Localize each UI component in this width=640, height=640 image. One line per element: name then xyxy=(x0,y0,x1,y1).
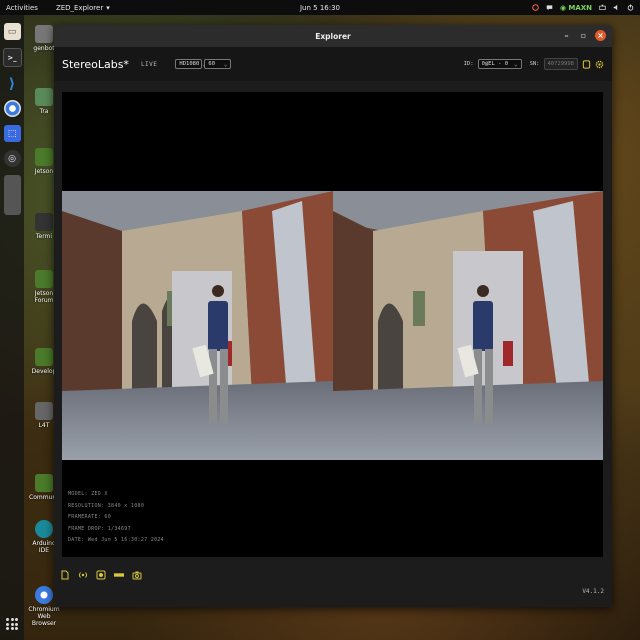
desktop-icon-label: genbot xyxy=(33,45,55,52)
camera-id-value: 0@EL - 0 xyxy=(481,61,509,67)
chevron-down-icon: ⌄ xyxy=(223,60,228,68)
window-titlebar[interactable]: Explorer – ▫ × xyxy=(54,25,612,47)
volume-icon[interactable] xyxy=(613,4,620,11)
chat-icon[interactable] xyxy=(546,4,553,11)
document-icon xyxy=(35,402,53,420)
app-menu[interactable]: ZED_Explorer ▾ xyxy=(56,4,110,12)
chromium-app-icon[interactable] xyxy=(3,100,21,117)
serial-number-field: 40729998 xyxy=(543,58,578,70)
record-icon[interactable] xyxy=(96,570,106,580)
system-tray: ◉ MAXN xyxy=(532,0,634,15)
recording-icon[interactable] xyxy=(532,4,539,11)
format-icon[interactable] xyxy=(114,570,124,580)
file-icon[interactable] xyxy=(60,570,70,580)
nvidia-icon xyxy=(35,270,53,288)
resolution-value: HD1080 xyxy=(179,61,200,67)
desktop-icon-label: L4T xyxy=(38,422,50,429)
activities-button[interactable]: Activities xyxy=(6,4,38,12)
info-framerate: FRAMERATE: 60 xyxy=(68,514,112,521)
resolution-select[interactable]: HD1080⌄ xyxy=(175,59,206,69)
minimize-icon[interactable]: – xyxy=(561,30,572,41)
show-apps-icon[interactable] xyxy=(6,618,18,630)
camera-icon[interactable] xyxy=(132,570,142,580)
info-resolution: RESOLUTION: 3840 x 1080 xyxy=(68,502,145,509)
camera-id-select[interactable]: 0@EL - 0 ⌄ xyxy=(477,59,522,69)
obs-app-icon[interactable]: ◎ xyxy=(3,150,21,167)
camera-info-overlay: MODEL: ZED X RESOLUTION: 3840 x 1080 FRA… xyxy=(68,489,164,547)
info-frame-drop: FRAME DROP: 1/34697 xyxy=(68,525,131,532)
version-label: V4.1.2 xyxy=(582,588,604,595)
refresh-icon[interactable] xyxy=(582,59,591,69)
app-menu-label: ZED_Explorer xyxy=(55,3,104,12)
nvidia-icon: ◉ xyxy=(560,3,567,12)
nvidia-icon xyxy=(35,348,53,366)
live-indicator: LIVE xyxy=(140,60,158,68)
files-app-icon[interactable]: ▭ xyxy=(3,23,21,40)
close-icon[interactable]: × xyxy=(595,30,606,41)
trash-icon xyxy=(35,88,53,106)
stereo-image xyxy=(62,191,603,460)
desktop-icon-label: Develop xyxy=(31,368,57,375)
desktop-icon-label: Chromium Web Browser xyxy=(28,606,60,627)
clock[interactable]: Jun 5 16:30 xyxy=(300,4,340,12)
desktop-icon-label: Arduino IDE xyxy=(32,540,56,554)
desktop-icon-label: Tra xyxy=(39,108,49,115)
maximize-icon[interactable]: ▫ xyxy=(578,30,589,41)
id-label: ID: xyxy=(463,61,474,67)
terminal-app-icon[interactable]: >_ xyxy=(2,48,22,67)
desktop-icon-label: Termi xyxy=(35,233,53,240)
sn-label: SN: xyxy=(529,61,540,67)
fps-value: 60 xyxy=(208,61,216,67)
running-app-icon[interactable] xyxy=(3,175,21,215)
video-viewport[interactable]: MODEL: ZED X RESOLUTION: 3840 x 1080 FRA… xyxy=(62,92,603,557)
nvidia-icon xyxy=(35,474,53,492)
window-title: Explorer xyxy=(315,31,351,41)
info-date: DATE: Wed Jun 5 16:30:27 2024 xyxy=(68,537,164,544)
left-camera-frame xyxy=(62,191,333,460)
arduino-icon xyxy=(35,520,53,538)
network-icon[interactable] xyxy=(599,4,606,11)
chevron-down-icon: ⌄ xyxy=(513,60,518,68)
right-camera-frame xyxy=(332,191,603,460)
nvidia-icon xyxy=(35,148,53,166)
stream-icon[interactable] xyxy=(78,570,88,580)
bottom-bar: V4.1.2 xyxy=(54,557,612,607)
caret-down-icon: ▾ xyxy=(106,3,110,12)
power-mode-label: MAXN xyxy=(568,3,592,12)
vscode-app-icon[interactable]: ⟩ xyxy=(4,75,21,92)
desktop-icon-label: Jetson Forum xyxy=(34,290,54,304)
terminal-icon xyxy=(35,213,53,231)
top-bar: Activities ZED_Explorer ▾ Jun 5 16:30 ◉ … xyxy=(0,0,640,15)
power-icon[interactable] xyxy=(627,4,634,11)
info-model: MODEL: ZED X xyxy=(68,491,108,497)
home-folder-icon xyxy=(35,25,53,43)
fps-select[interactable]: 60 ⌄ xyxy=(204,59,232,69)
chromium-icon xyxy=(35,586,53,604)
toolbar: StereoLabs* LIVE HD1080⌄ 60⌄ ID: 0@EL - … xyxy=(54,47,612,81)
desktop-icon-label: Jetson xyxy=(34,168,54,175)
explorer-window: Explorer – ▫ × StereoLabs* LIVE HD1080⌄ … xyxy=(54,25,612,607)
gear-icon[interactable] xyxy=(595,60,604,69)
brand-logo: StereoLabs* xyxy=(62,57,129,71)
power-mode-indicator[interactable]: ◉ MAXN xyxy=(560,4,592,12)
screenshot-app-icon[interactable]: ⬚ xyxy=(3,125,21,142)
dock: ▭ >_ ⟩ ⬚ ◎ xyxy=(0,15,24,640)
